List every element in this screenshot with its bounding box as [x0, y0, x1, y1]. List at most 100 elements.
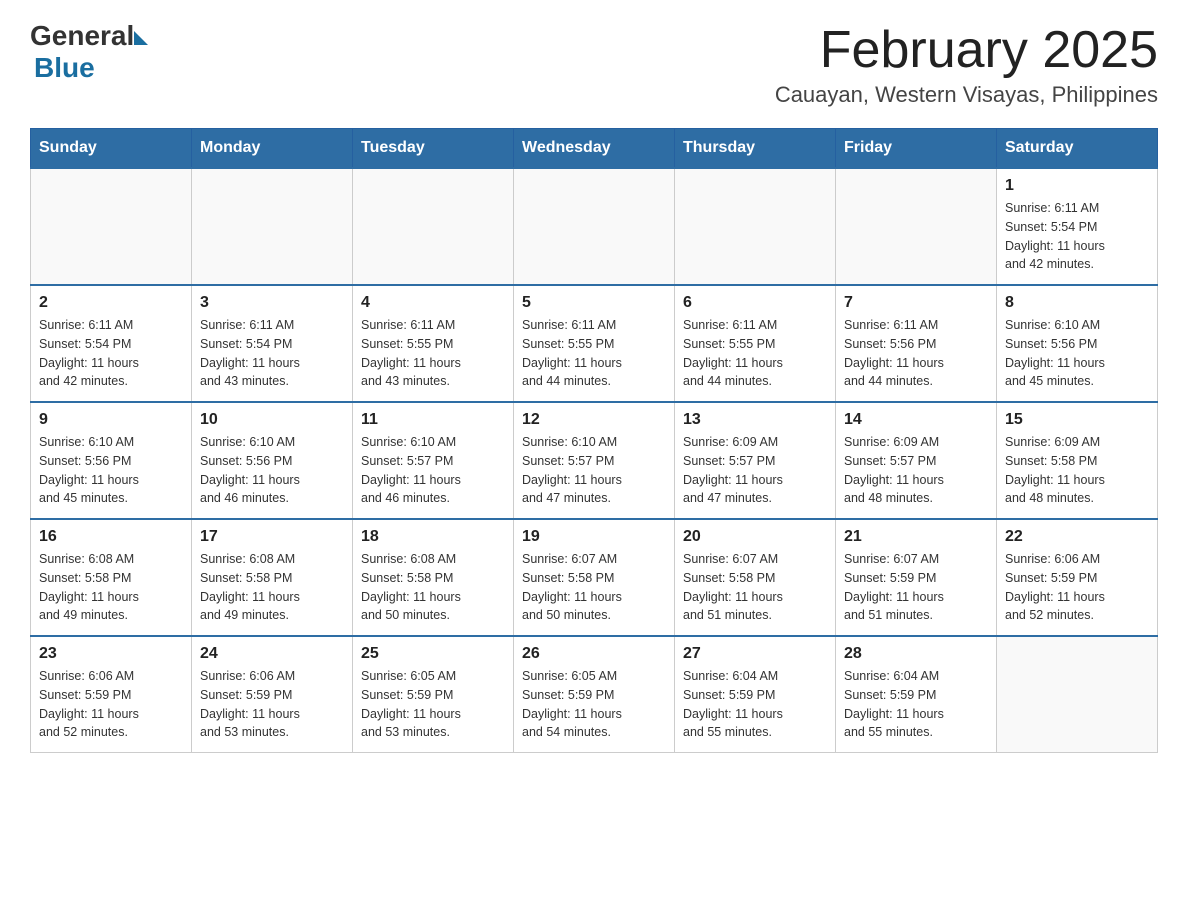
day-number: 2	[39, 294, 183, 312]
logo: General Blue	[30, 20, 148, 84]
calendar-cell	[192, 168, 353, 285]
weekday-header-tuesday: Tuesday	[353, 129, 514, 169]
calendar-cell: 20 Sunrise: 6:07 AMSunset: 5:58 PMDayligh…	[675, 519, 836, 636]
calendar-table: SundayMondayTuesdayWednesdayThursdayFrid…	[30, 128, 1158, 753]
calendar-cell: 3 Sunrise: 6:11 AMSunset: 5:54 PMDaylight…	[192, 285, 353, 402]
calendar-cell: 7Sunrise: 6:11 AMSunset: 5:56 PMDaylight…	[836, 285, 997, 402]
day-number: 27	[683, 645, 827, 663]
calendar-cell: 1 Sunrise: 6:11 AMSunset: 5:54 PMDaylight…	[997, 168, 1158, 285]
day-number: 28	[844, 645, 988, 663]
day-number: 23	[39, 645, 183, 663]
day-number: 4	[361, 294, 505, 312]
calendar-week-5: 23 Sunrise: 6:06 AMSunset: 5:59 PMDayligh…	[31, 636, 1158, 753]
day-number: 21	[844, 528, 988, 546]
day-info: Sunrise: 6:11 AMSunset: 5:56 PMDaylight:…	[844, 316, 988, 391]
logo-arrow-icon	[134, 31, 148, 45]
calendar-cell: 4Sunrise: 6:11 AMSunset: 5:55 PMDaylight…	[353, 285, 514, 402]
day-info: Sunrise: 6:04 AMSunset: 5:59 PMDaylight:…	[683, 667, 827, 742]
day-info: Sunrise: 6:06 AMSunset: 5:59 PMDaylight:…	[1005, 550, 1149, 625]
calendar-cell: 24 Sunrise: 6:06 AMSunset: 5:59 PMDayligh…	[192, 636, 353, 753]
weekday-header-thursday: Thursday	[675, 129, 836, 169]
day-info: Sunrise: 6:11 AMSunset: 5:54 PMDaylight:…	[1005, 199, 1149, 274]
main-title: February 2025	[775, 20, 1158, 80]
day-info: Sunrise: 6:11 AMSunset: 5:54 PMDaylight:…	[200, 316, 344, 391]
calendar-cell: 27 Sunrise: 6:04 AMSunset: 5:59 PMDayligh…	[675, 636, 836, 753]
calendar-cell: 8 Sunrise: 6:10 AMSunset: 5:56 PMDaylight…	[997, 285, 1158, 402]
calendar-cell: 28 Sunrise: 6:04 AMSunset: 5:59 PMDayligh…	[836, 636, 997, 753]
calendar-cell	[997, 636, 1158, 753]
calendar-cell: 14Sunrise: 6:09 AMSunset: 5:57 PMDayligh…	[836, 402, 997, 519]
day-info: Sunrise: 6:10 AMSunset: 5:57 PMDaylight:…	[361, 433, 505, 508]
day-info: Sunrise: 6:05 AMSunset: 5:59 PMDaylight:…	[522, 667, 666, 742]
weekday-header-monday: Monday	[192, 129, 353, 169]
calendar-cell: 13Sunrise: 6:09 AMSunset: 5:57 PMDayligh…	[675, 402, 836, 519]
calendar-cell	[675, 168, 836, 285]
day-number: 12	[522, 411, 666, 429]
calendar-cell	[514, 168, 675, 285]
day-number: 20	[683, 528, 827, 546]
day-number: 26	[522, 645, 666, 663]
weekday-header-row: SundayMondayTuesdayWednesdayThursdayFrid…	[31, 129, 1158, 169]
day-info: Sunrise: 6:07 AMSunset: 5:58 PMDaylight:…	[522, 550, 666, 625]
day-info: Sunrise: 6:11 AMSunset: 5:55 PMDaylight:…	[683, 316, 827, 391]
day-number: 8	[1005, 294, 1149, 312]
calendar-cell: 6 Sunrise: 6:11 AMSunset: 5:55 PMDaylight…	[675, 285, 836, 402]
day-info: Sunrise: 6:09 AMSunset: 5:57 PMDaylight:…	[844, 433, 988, 508]
calendar-cell: 11 Sunrise: 6:10 AMSunset: 5:57 PMDayligh…	[353, 402, 514, 519]
day-info: Sunrise: 6:04 AMSunset: 5:59 PMDaylight:…	[844, 667, 988, 742]
day-number: 13	[683, 411, 827, 429]
calendar-cell: 26 Sunrise: 6:05 AMSunset: 5:59 PMDayligh…	[514, 636, 675, 753]
calendar-week-3: 9Sunrise: 6:10 AMSunset: 5:56 PMDaylight…	[31, 402, 1158, 519]
calendar-cell: 15 Sunrise: 6:09 AMSunset: 5:58 PMDayligh…	[997, 402, 1158, 519]
calendar-cell: 10 Sunrise: 6:10 AMSunset: 5:56 PMDayligh…	[192, 402, 353, 519]
calendar-cell: 19 Sunrise: 6:07 AMSunset: 5:58 PMDayligh…	[514, 519, 675, 636]
day-number: 1	[1005, 177, 1149, 195]
day-info: Sunrise: 6:11 AMSunset: 5:55 PMDaylight:…	[522, 316, 666, 391]
day-info: Sunrise: 6:07 AMSunset: 5:59 PMDaylight:…	[844, 550, 988, 625]
day-info: Sunrise: 6:10 AMSunset: 5:56 PMDaylight:…	[1005, 316, 1149, 391]
calendar-cell	[353, 168, 514, 285]
day-number: 6	[683, 294, 827, 312]
day-info: Sunrise: 6:06 AMSunset: 5:59 PMDaylight:…	[39, 667, 183, 742]
day-info: Sunrise: 6:06 AMSunset: 5:59 PMDaylight:…	[200, 667, 344, 742]
day-number: 11	[361, 411, 505, 429]
page-header: General Blue February 2025 Cauayan, West…	[30, 20, 1158, 108]
day-info: Sunrise: 6:10 AMSunset: 5:57 PMDaylight:…	[522, 433, 666, 508]
day-info: Sunrise: 6:08 AMSunset: 5:58 PMDaylight:…	[361, 550, 505, 625]
day-info: Sunrise: 6:11 AMSunset: 5:54 PMDaylight:…	[39, 316, 183, 391]
logo-general-text: General	[30, 20, 134, 52]
day-info: Sunrise: 6:10 AMSunset: 5:56 PMDaylight:…	[200, 433, 344, 508]
day-info: Sunrise: 6:08 AMSunset: 5:58 PMDaylight:…	[200, 550, 344, 625]
day-number: 10	[200, 411, 344, 429]
calendar-week-1: 1 Sunrise: 6:11 AMSunset: 5:54 PMDaylight…	[31, 168, 1158, 285]
calendar-cell: 21 Sunrise: 6:07 AMSunset: 5:59 PMDayligh…	[836, 519, 997, 636]
calendar-cell: 9Sunrise: 6:10 AMSunset: 5:56 PMDaylight…	[31, 402, 192, 519]
day-info: Sunrise: 6:07 AMSunset: 5:58 PMDaylight:…	[683, 550, 827, 625]
subtitle: Cauayan, Western Visayas, Philippines	[775, 82, 1158, 108]
weekday-header-wednesday: Wednesday	[514, 129, 675, 169]
calendar-cell: 18 Sunrise: 6:08 AMSunset: 5:58 PMDayligh…	[353, 519, 514, 636]
logo-blue-text: Blue	[34, 52, 95, 84]
weekday-header-friday: Friday	[836, 129, 997, 169]
calendar-cell: 5Sunrise: 6:11 AMSunset: 5:55 PMDaylight…	[514, 285, 675, 402]
day-number: 18	[361, 528, 505, 546]
calendar-week-2: 2 Sunrise: 6:11 AMSunset: 5:54 PMDaylight…	[31, 285, 1158, 402]
day-number: 15	[1005, 411, 1149, 429]
calendar-cell: 23 Sunrise: 6:06 AMSunset: 5:59 PMDayligh…	[31, 636, 192, 753]
day-number: 24	[200, 645, 344, 663]
title-section: February 2025 Cauayan, Western Visayas, …	[775, 20, 1158, 108]
calendar-cell	[31, 168, 192, 285]
calendar-cell: 22 Sunrise: 6:06 AMSunset: 5:59 PMDayligh…	[997, 519, 1158, 636]
calendar-week-4: 16Sunrise: 6:08 AMSunset: 5:58 PMDayligh…	[31, 519, 1158, 636]
day-number: 22	[1005, 528, 1149, 546]
weekday-header-sunday: Sunday	[31, 129, 192, 169]
day-number: 19	[522, 528, 666, 546]
day-number: 17	[200, 528, 344, 546]
day-info: Sunrise: 6:05 AMSunset: 5:59 PMDaylight:…	[361, 667, 505, 742]
calendar-cell	[836, 168, 997, 285]
day-info: Sunrise: 6:09 AMSunset: 5:58 PMDaylight:…	[1005, 433, 1149, 508]
calendar-cell: 17 Sunrise: 6:08 AMSunset: 5:58 PMDayligh…	[192, 519, 353, 636]
day-info: Sunrise: 6:08 AMSunset: 5:58 PMDaylight:…	[39, 550, 183, 625]
day-number: 3	[200, 294, 344, 312]
calendar-cell: 12 Sunrise: 6:10 AMSunset: 5:57 PMDayligh…	[514, 402, 675, 519]
